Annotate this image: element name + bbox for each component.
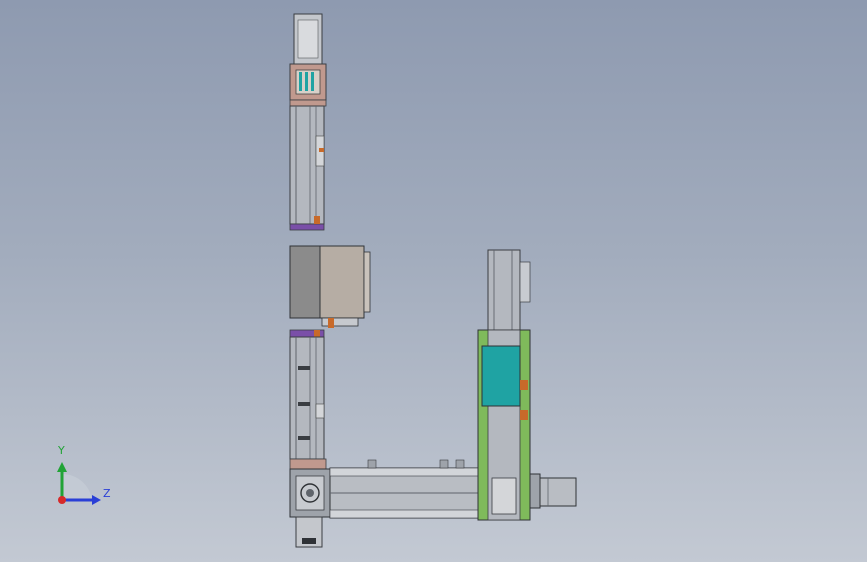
axis-y-arrowhead — [57, 462, 67, 472]
cylinder-bottom-rail — [329, 509, 481, 519]
lower-rail-sensor-2 — [298, 402, 310, 406]
middle-block-bolt — [328, 318, 334, 328]
axis-y-label: Y — [57, 444, 65, 457]
view-orientation-triad[interactable]: Y Z — [57, 444, 111, 505]
right-servo-motor[interactable] — [529, 473, 577, 509]
upper-rail-bolt — [319, 148, 324, 152]
lower-module-rail[interactable] — [289, 336, 325, 460]
axis-z-arrowhead — [92, 495, 101, 505]
upper-cap-inner — [297, 19, 319, 59]
right-module-rail[interactable] — [487, 249, 521, 331]
upper-module-end-bolt — [314, 216, 320, 224]
triad-quadrant — [62, 473, 92, 500]
cylinder-top-rail — [329, 467, 481, 477]
upper-carriage-lower-lip — [289, 99, 327, 107]
cylinder-top-fitting-3 — [455, 459, 465, 469]
right-module-base-bracket — [491, 477, 517, 515]
axis-z-label: Z — [103, 487, 111, 500]
bottom-drive-shaft — [306, 489, 314, 497]
bottom-drive-connector — [302, 538, 316, 544]
cad-graphics-viewport[interactable]: Y Z — [0, 0, 867, 562]
upper-carriage-sensor-2 — [305, 72, 308, 91]
upper-carriage-sensor-3 — [311, 72, 314, 91]
middle-motor-block[interactable] — [289, 245, 371, 328]
cad-model-drawing[interactable]: Y Z — [0, 0, 867, 562]
cylinder-top-fitting-2 — [439, 459, 449, 469]
middle-block-mount-bracket — [321, 317, 359, 327]
lower-rail-sensor-3 — [298, 436, 310, 440]
tan-gearbox-housing[interactable] — [319, 245, 365, 319]
lower-rail-side-bracket — [315, 403, 325, 419]
bottom-drive-block[interactable] — [289, 468, 331, 548]
lower-carriage-plate[interactable] — [289, 458, 327, 470]
horizontal-cylinder-axis[interactable] — [329, 459, 481, 519]
cylinder-top-fitting-1 — [367, 459, 377, 469]
lower-rail-sensor-1 — [298, 366, 310, 370]
upper-module-bottom-cap — [289, 223, 325, 231]
axis-x-dot — [58, 496, 66, 504]
lower-linear-module[interactable] — [289, 329, 327, 470]
upper-carriage-sensor-1 — [299, 72, 302, 91]
right-rail-side-sensor — [519, 261, 531, 303]
right-motor-flange — [529, 473, 541, 509]
right-motor-body[interactable] — [539, 477, 577, 507]
gearbox-side-flange — [363, 251, 371, 313]
right-module-bolt-2 — [520, 410, 528, 420]
gray-motor-housing[interactable] — [289, 245, 321, 319]
right-linear-module[interactable] — [477, 249, 531, 521]
upper-linear-module[interactable] — [289, 13, 327, 231]
right-module-teal-carriage[interactable] — [481, 345, 521, 407]
right-module-bolt-1 — [520, 380, 528, 390]
